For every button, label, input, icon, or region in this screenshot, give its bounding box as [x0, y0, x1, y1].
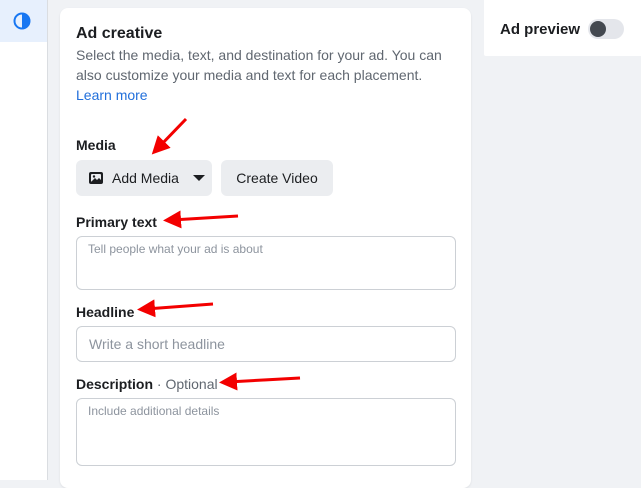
caret-down-icon: [192, 175, 205, 181]
left-rail: [0, 0, 48, 480]
ad-creative-card: Ad creative Select the media, text, and …: [60, 8, 471, 488]
description-field[interactable]: Include additional details: [76, 398, 456, 466]
ad-preview-toggle[interactable]: [588, 19, 624, 39]
description-label: Description · Optional: [76, 376, 218, 392]
ad-preview-title: Ad preview: [500, 21, 581, 38]
headline-placeholder: Write a short headline: [89, 336, 225, 352]
headline-input[interactable]: Write a short headline: [76, 326, 456, 362]
card-title: Ad creative: [76, 25, 163, 42]
card-description: Select the media, text, and destination …: [76, 47, 442, 83]
toggle-knob: [590, 21, 606, 37]
description-label-text: Description: [76, 376, 154, 392]
contrast-icon: [13, 12, 31, 30]
ad-preview-panel: Ad preview: [484, 0, 641, 56]
description-placeholder: Include additional details: [88, 404, 220, 418]
image-icon: [89, 172, 103, 184]
media-label: Media: [76, 137, 116, 153]
rail-item-contrast[interactable]: [0, 0, 47, 42]
optional-label: · Optional: [156, 376, 218, 392]
create-video-button[interactable]: Create Video: [221, 160, 333, 196]
primary-text-placeholder: Tell people what your ad is about: [88, 242, 263, 256]
primary-text-field[interactable]: Tell people what your ad is about: [76, 236, 456, 290]
learn-more-link[interactable]: Learn more: [76, 85, 148, 105]
add-media-button[interactable]: Add Media: [76, 160, 212, 196]
primary-text-label: Primary text: [76, 214, 157, 230]
headline-label: Headline: [76, 304, 135, 320]
add-media-label: Add Media: [112, 170, 179, 186]
